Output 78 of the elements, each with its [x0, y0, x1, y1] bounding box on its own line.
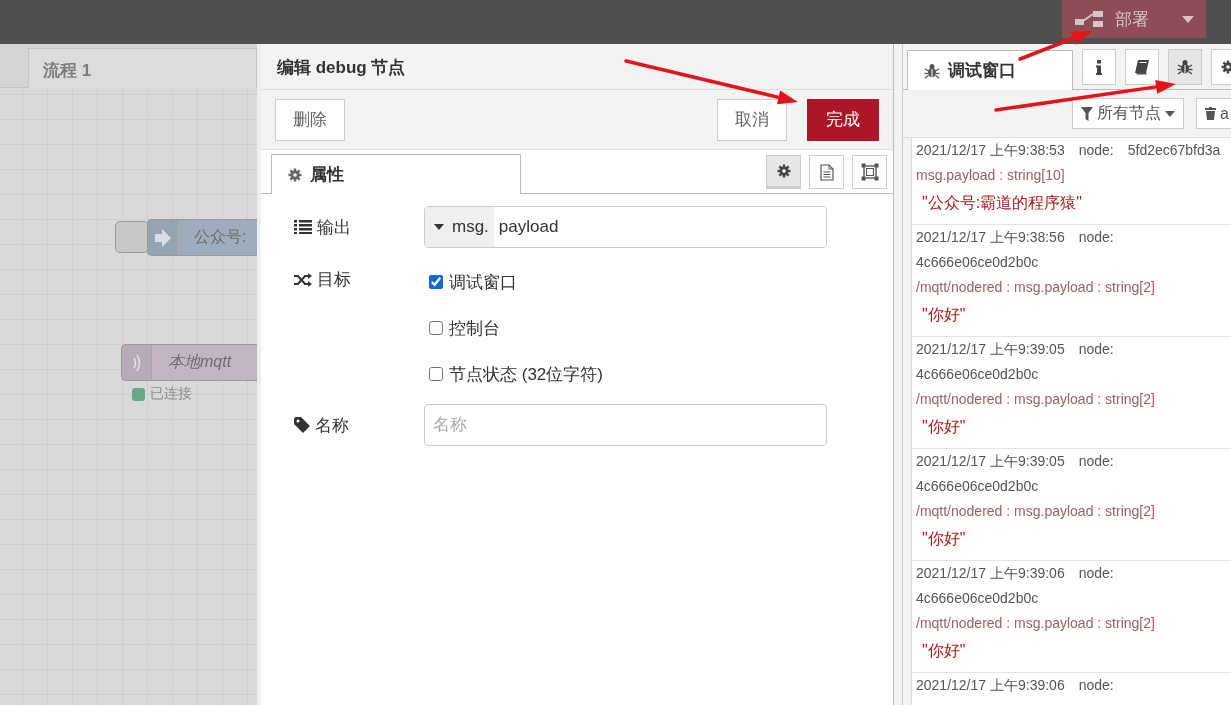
info-icon [1096, 59, 1102, 75]
tag-icon [294, 417, 310, 433]
node-label: 公众号: [193, 227, 247, 247]
status-text: 已连接 [150, 385, 192, 403]
checkbox-label: 调试窗口 [449, 271, 517, 294]
trash-icon [1205, 107, 1216, 120]
field-label: 输出 [317, 216, 351, 239]
settings-icon [288, 167, 302, 182]
sidebar-tab-button[interactable] [1125, 49, 1159, 85]
bug-icon [1177, 59, 1193, 75]
node-id: 4c666e06ce0d2b0c [916, 477, 1040, 496]
deploy-icon [1075, 10, 1103, 28]
typed-input-field[interactable]: msg. payload [424, 206, 827, 248]
arrow-icon [154, 228, 171, 247]
tray-button[interactable]: 删除 [275, 98, 345, 141]
checkbox[interactable] [429, 367, 443, 381]
node-id: 4c666e06ce0d2b0c [916, 253, 1040, 272]
tray-title: 编辑 debug 节点 [261, 44, 893, 90]
document-icon [819, 163, 834, 181]
tab-tool-button[interactable] [852, 155, 887, 189]
message-value: "你好" [921, 529, 967, 549]
message-topic: /mqtt/nodered : msg.payload : string[2] [916, 390, 1156, 409]
node-label: node: [1078, 676, 1114, 695]
caret-icon [1182, 15, 1194, 23]
checkbox-label: 节点状态 (32位字符) [449, 363, 603, 386]
shuffle-icon [294, 272, 312, 287]
message-value: "公众号:霸道的程序猿" [921, 193, 1083, 213]
node-label: node: [1078, 141, 1114, 160]
splitter-handle[interactable] [893, 44, 903, 705]
tray-tab[interactable]: 属性 [271, 154, 521, 194]
node-id: 4c666e06ce0d2b0c [916, 365, 1040, 384]
filter-button[interactable]: 所有节点 [1072, 98, 1184, 129]
scrollbar[interactable] [903, 138, 912, 705]
book-icon [1134, 59, 1150, 75]
list-icon [294, 220, 312, 234]
checkbox[interactable] [429, 275, 443, 289]
node-label: node: [1078, 564, 1114, 583]
node-label: node: [1078, 452, 1114, 471]
node-label: node: [1078, 228, 1114, 247]
signal-icon [131, 352, 142, 373]
message-topic: msg.payload : string[10] [916, 166, 1066, 185]
settings-icon [776, 164, 791, 178]
field-label: 名称 [315, 414, 349, 437]
tab-tool-button[interactable] [766, 155, 801, 189]
clear-button[interactable]: a [1196, 98, 1231, 129]
sidebar-tab[interactable]: 调试窗口 [907, 50, 1073, 90]
node-label: node: [1078, 340, 1114, 359]
tray-button[interactable]: 取消 [717, 98, 787, 141]
deploy-button[interactable]: 部署 [1062, 0, 1206, 38]
message-time: 2021/12/17 上午9:38:53 [916, 141, 1065, 160]
message-time: 2021/12/17 上午9:38:56 [916, 228, 1065, 247]
bug-icon [924, 62, 940, 79]
message-value: "你好" [921, 641, 967, 661]
filter-icon [1081, 106, 1093, 121]
sidebar-tab-button[interactable] [1168, 49, 1202, 85]
name-field[interactable]: 名称 [424, 404, 827, 446]
caret-icon [434, 224, 444, 230]
message-value: "你好" [921, 417, 967, 437]
message-topic: /mqtt/nodered : msg.payload : string[2] [916, 502, 1156, 521]
caret-icon [1165, 110, 1175, 117]
type-prefix: msg. [452, 217, 489, 237]
sidebar-tab-button[interactable] [1082, 49, 1116, 85]
message-topic: /mqtt/nodered : msg.payload : string[2] [916, 278, 1156, 297]
field-label: 目标 [317, 269, 351, 291]
message-topic: /mqtt/nodered : msg.payload : string[2] [916, 614, 1156, 633]
message-time: 2021/12/17 上午9:39:06 [916, 676, 1065, 695]
frame-icon [860, 163, 879, 181]
checkbox-label: 控制台 [449, 317, 500, 340]
done-button[interactable]: 完成 [807, 98, 879, 141]
message-value: "你好" [921, 305, 967, 325]
node-id: 4c666e06ce0d2b0c [916, 589, 1040, 608]
checkbox[interactable] [429, 321, 443, 335]
node-label: 本地mqtt [167, 352, 232, 372]
settings-icon [1221, 60, 1231, 74]
message-time: 2021/12/17 上午9:39:05 [916, 340, 1065, 359]
node-id: 5fd2ec67bfd3a [1127, 141, 1221, 160]
message-time: 2021/12/17 上午9:39:05 [916, 452, 1065, 471]
message-time: 2021/12/17 上午9:39:06 [916, 564, 1065, 583]
